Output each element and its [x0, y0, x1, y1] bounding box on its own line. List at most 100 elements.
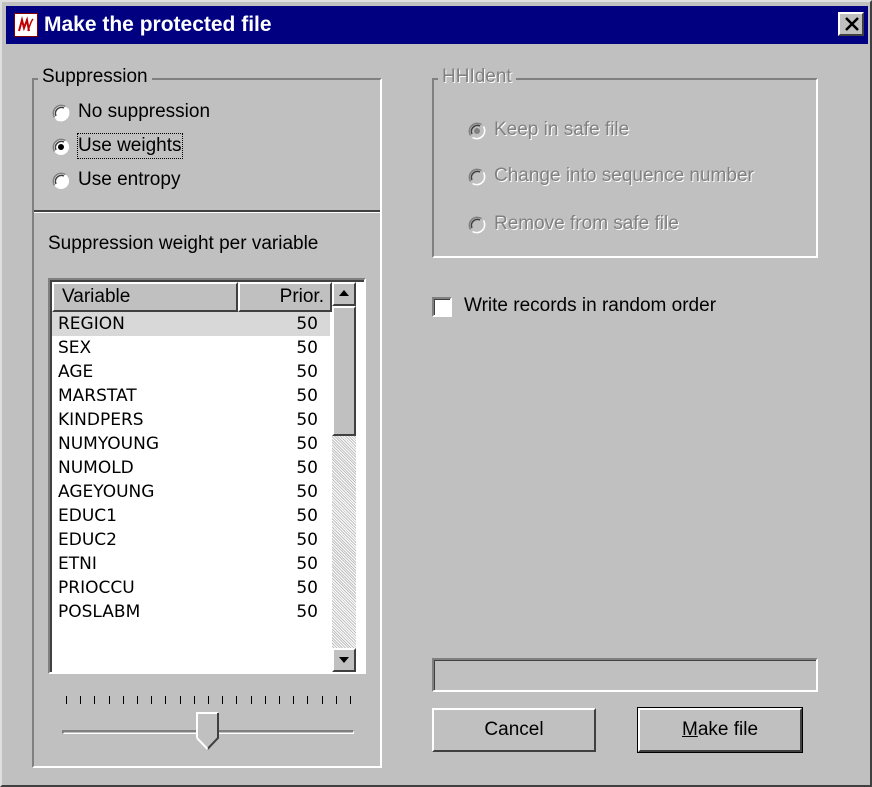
- priority-cell: 50: [296, 578, 318, 598]
- progress-bar: [432, 658, 818, 692]
- slider-tick: [151, 696, 152, 704]
- radio-use-entropy-label: Use entropy: [78, 169, 181, 190]
- table-row[interactable]: AGEYOUNG 50: [52, 480, 330, 504]
- radio-unchecked-icon: [52, 172, 69, 189]
- variable-name-cell: EDUC2: [58, 530, 117, 550]
- make-protected-file-dialog: Make the protected file Suppression No s…: [0, 0, 872, 787]
- radio-use-entropy[interactable]: Use entropy: [52, 168, 292, 194]
- radio-remove-from-safe-file-label: Remove from safe file: [494, 213, 679, 234]
- variable-name-cell: POSLABM: [58, 602, 141, 622]
- table-row[interactable]: PRIOCCU 50: [52, 576, 330, 600]
- make-file-mnemonic: M: [681, 719, 698, 740]
- variable-name-cell: ETNI: [58, 554, 97, 574]
- slider-ticks: [66, 696, 351, 706]
- slider-tick: [123, 696, 124, 704]
- radio-unchecked-disabled-icon: [468, 168, 486, 186]
- weight-slider[interactable]: [58, 696, 358, 762]
- priority-cell: 50: [296, 410, 318, 430]
- slider-tick: [109, 696, 110, 704]
- variable-rows: REGION 50 SEX 50 AGE 50 MARSTAT 50 KINDPERS 50 NUM…: [52, 312, 330, 624]
- radio-unchecked-disabled-icon: [468, 216, 486, 234]
- make-file-label: ake file: [697, 719, 759, 740]
- column-header-priority[interactable]: Prior.: [238, 282, 332, 312]
- table-row[interactable]: NUMYOUNG 50: [52, 432, 330, 456]
- scroll-thumb[interactable]: [332, 306, 356, 436]
- variable-name-cell: AGEYOUNG: [58, 482, 155, 502]
- radio-use-weights-label: Use weights: [77, 133, 183, 159]
- variable-name-cell: REGION: [58, 314, 125, 334]
- suppression-legend: Suppression: [38, 66, 152, 88]
- priority-cell: 50: [296, 458, 318, 478]
- random-order-checkbox[interactable]: [432, 297, 452, 317]
- table-row[interactable]: AGE 50: [52, 360, 330, 384]
- radio-keep-in-safe-file[interactable]: Keep in safe file: [468, 118, 798, 144]
- priority-cell: 50: [296, 506, 318, 526]
- hhident-legend: HHIdent: [438, 66, 516, 88]
- variable-name-cell: MARSTAT: [58, 386, 137, 406]
- radio-keep-in-safe-file-label: Keep in safe file: [494, 119, 630, 140]
- slider-tick: [80, 696, 81, 704]
- table-row[interactable]: NUMOLD 50: [52, 456, 330, 480]
- slider-tick: [194, 696, 195, 704]
- title-bar[interactable]: Make the protected file: [6, 6, 868, 44]
- radio-checked-icon: [52, 138, 69, 155]
- app-icon: [14, 13, 38, 37]
- variable-name-cell: PRIOCCU: [58, 578, 135, 598]
- scroll-up-button[interactable]: [332, 282, 356, 306]
- column-header-variable[interactable]: Variable: [52, 282, 238, 312]
- slider-tick: [336, 696, 337, 704]
- table-row[interactable]: EDUC2 50: [52, 528, 330, 552]
- radio-change-into-sequence-number-label: Change into sequence number: [494, 165, 754, 186]
- variable-name-cell: AGE: [58, 362, 94, 382]
- slider-tick: [137, 696, 138, 704]
- slider-tick: [293, 696, 294, 704]
- slider-tick: [236, 696, 237, 704]
- priority-cell: 50: [296, 530, 318, 550]
- close-button[interactable]: [838, 12, 864, 36]
- make-file-button[interactable]: Make file: [637, 707, 803, 753]
- slider-tick: [94, 696, 95, 704]
- table-row[interactable]: KINDPERS 50: [52, 408, 330, 432]
- cancel-button[interactable]: Cancel: [432, 708, 596, 752]
- slider-tick: [208, 696, 209, 704]
- variable-name-cell: SEX: [58, 338, 92, 358]
- radio-no-suppression[interactable]: No suppression: [52, 100, 292, 126]
- table-row[interactable]: MARSTAT 50: [52, 384, 330, 408]
- variable-name-cell: EDUC1: [58, 506, 117, 526]
- table-row[interactable]: ETNI 50: [52, 552, 330, 576]
- priority-cell: 50: [296, 482, 318, 502]
- radio-use-weights[interactable]: Use weights: [52, 133, 292, 160]
- table-row[interactable]: REGION 50: [52, 312, 330, 336]
- suppression-divider: [34, 210, 380, 213]
- random-order-checkbox-row[interactable]: Write records in random order: [432, 294, 812, 320]
- table-row[interactable]: EDUC1 50: [52, 504, 330, 528]
- table-row[interactable]: SEX 50: [52, 336, 330, 360]
- random-order-label: Write records in random order: [464, 295, 717, 316]
- table-row[interactable]: POSLABM 50: [52, 600, 330, 624]
- slider-tick: [66, 696, 67, 704]
- variable-weight-list[interactable]: Variable Prior. REGION 50 SEX 50 AGE 50 MARSTA…: [48, 278, 366, 674]
- priority-cell: 50: [296, 386, 318, 406]
- suppression-weight-label: Suppression weight per variable: [48, 233, 319, 254]
- close-x-icon: [845, 17, 859, 31]
- priority-cell: 50: [296, 314, 318, 334]
- priority-cell: 50: [296, 338, 318, 358]
- slider-tick: [222, 696, 223, 704]
- scroll-down-button[interactable]: [332, 648, 356, 672]
- slider-tick: [322, 696, 323, 704]
- priority-cell: 50: [296, 602, 318, 622]
- radio-remove-from-safe-file[interactable]: Remove from safe file: [468, 212, 798, 238]
- variable-name-cell: NUMYOUNG: [58, 434, 159, 454]
- radio-change-into-sequence-number[interactable]: Change into sequence number: [468, 164, 808, 190]
- radio-unchecked-icon: [52, 104, 70, 122]
- slider-tick: [251, 696, 252, 704]
- radio-checked-disabled-icon: [468, 122, 486, 140]
- slider-tick: [307, 696, 308, 704]
- priority-cell: 50: [296, 362, 318, 382]
- list-scrollbar[interactable]: [332, 282, 356, 672]
- variable-name-cell: NUMOLD: [58, 458, 134, 478]
- slider-tick: [165, 696, 166, 704]
- slider-tick: [350, 696, 351, 704]
- slider-thumb[interactable]: [196, 712, 220, 750]
- arrow-up-icon: [339, 290, 349, 296]
